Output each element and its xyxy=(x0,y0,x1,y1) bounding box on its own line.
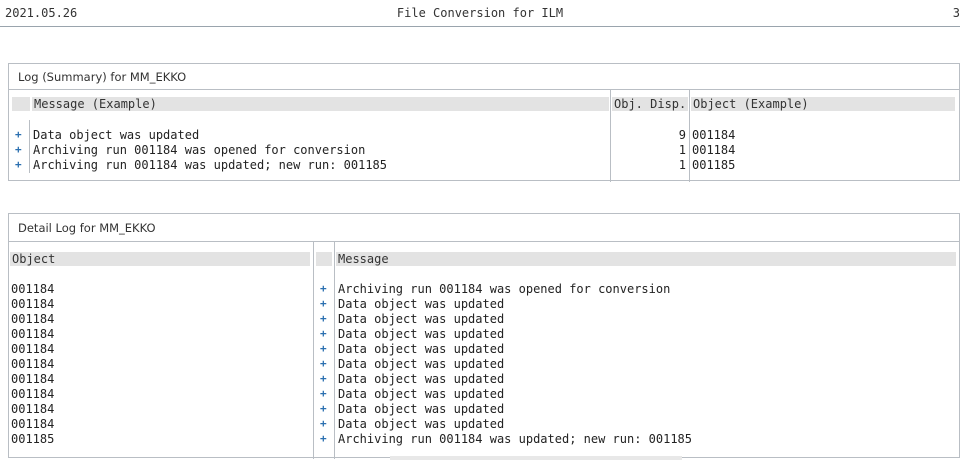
plus-icon[interactable]: + xyxy=(15,158,22,171)
plus-icon[interactable]: + xyxy=(320,402,327,415)
plus-icon[interactable]: + xyxy=(320,297,327,310)
summary-col-sep-0 xyxy=(29,120,30,173)
detail-row-message: Data object was updated xyxy=(338,312,505,326)
summary-row-object: 001184 xyxy=(692,143,736,157)
detail-row-object: 001184 xyxy=(11,357,55,371)
plus-icon[interactable]: + xyxy=(15,143,22,156)
detail-row-object: 001184 xyxy=(11,342,55,356)
detail-row-object: 001184 xyxy=(11,327,55,341)
plus-icon[interactable]: + xyxy=(320,357,327,370)
detail-row-object: 001184 xyxy=(11,282,55,296)
summary-title-divider xyxy=(9,89,960,90)
detail-col-object[interactable]: Object xyxy=(10,252,310,266)
summary-row-object: 001185 xyxy=(692,158,736,172)
plus-icon[interactable]: + xyxy=(320,387,327,400)
detail-col-message[interactable]: Message xyxy=(336,252,956,266)
detail-row-message: Archiving run 001184 was updated; new ru… xyxy=(338,432,693,446)
detail-row-object: 001184 xyxy=(11,417,55,431)
print-header: 2021.05.26 File Conversion for ILM 3 xyxy=(0,0,960,27)
summary-row-message: Archiving run 001184 was updated; new ru… xyxy=(33,158,388,172)
plus-icon[interactable]: + xyxy=(320,432,327,445)
detail-row-message: Data object was updated xyxy=(338,327,505,341)
page-title: File Conversion for ILM xyxy=(396,6,564,20)
detail-title-divider xyxy=(9,241,960,242)
page-number: 3 xyxy=(952,6,960,20)
summary-select-all-cell[interactable] xyxy=(12,97,30,111)
detail-row-object: 001185 xyxy=(11,432,55,446)
summary-row-object: 001184 xyxy=(692,128,736,142)
detail-log-title: Detail Log for MM_EKKO xyxy=(18,221,156,235)
summary-row-disp: 1 xyxy=(678,158,686,172)
plus-icon[interactable]: + xyxy=(320,372,327,385)
summary-col-disp[interactable]: Obj. Disp. xyxy=(612,97,688,111)
detail-row-object: 001184 xyxy=(11,372,55,386)
plus-icon[interactable]: + xyxy=(320,342,327,355)
detail-row-object: 001184 xyxy=(11,387,55,401)
plus-icon[interactable]: + xyxy=(15,128,22,141)
plus-icon[interactable]: + xyxy=(320,327,327,340)
detail-row-message: Data object was updated xyxy=(338,387,505,401)
summary-col-message[interactable]: Message (Example) xyxy=(32,97,609,111)
plus-icon[interactable]: + xyxy=(320,312,327,325)
detail-row-message: Data object was updated xyxy=(338,372,505,386)
detail-row-message: Data object was updated xyxy=(338,297,505,311)
summary-row-message: Archiving run 001184 was opened for conv… xyxy=(33,143,366,157)
horizontal-scrollbar[interactable] xyxy=(390,456,682,460)
detail-row-object: 001184 xyxy=(11,312,55,326)
detail-row-message: Data object was updated xyxy=(338,357,505,371)
summary-col-sep-2 xyxy=(689,89,690,182)
summary-log-title: Log (Summary) for MM_EKKO xyxy=(18,70,187,84)
detail-select-all-cell[interactable] xyxy=(316,252,332,266)
summary-row-disp: 1 xyxy=(678,143,686,157)
detail-row-object: 001184 xyxy=(11,297,55,311)
summary-row-message: Data object was updated xyxy=(33,128,200,142)
summary-row-disp: 9 xyxy=(678,128,686,142)
summary-col-sep-1 xyxy=(610,89,611,182)
detail-row-message: Data object was updated xyxy=(338,417,505,431)
summary-col-object[interactable]: Object (Example) xyxy=(691,97,955,111)
plus-icon[interactable]: + xyxy=(320,417,327,430)
plus-icon[interactable]: + xyxy=(320,282,327,295)
detail-col-sep-2 xyxy=(334,241,335,459)
detail-row-message: Data object was updated xyxy=(338,342,505,356)
detail-log-panel: Detail Log for MM_EKKO Object Message 00… xyxy=(8,213,960,459)
detail-row-message: Archiving run 001184 was opened for conv… xyxy=(338,282,671,296)
detail-col-sep-1 xyxy=(313,241,314,459)
detail-row-message: Data object was updated xyxy=(338,402,505,416)
summary-log-panel: Log (Summary) for MM_EKKO Message (Examp… xyxy=(8,63,960,182)
detail-row-object: 001184 xyxy=(11,402,55,416)
